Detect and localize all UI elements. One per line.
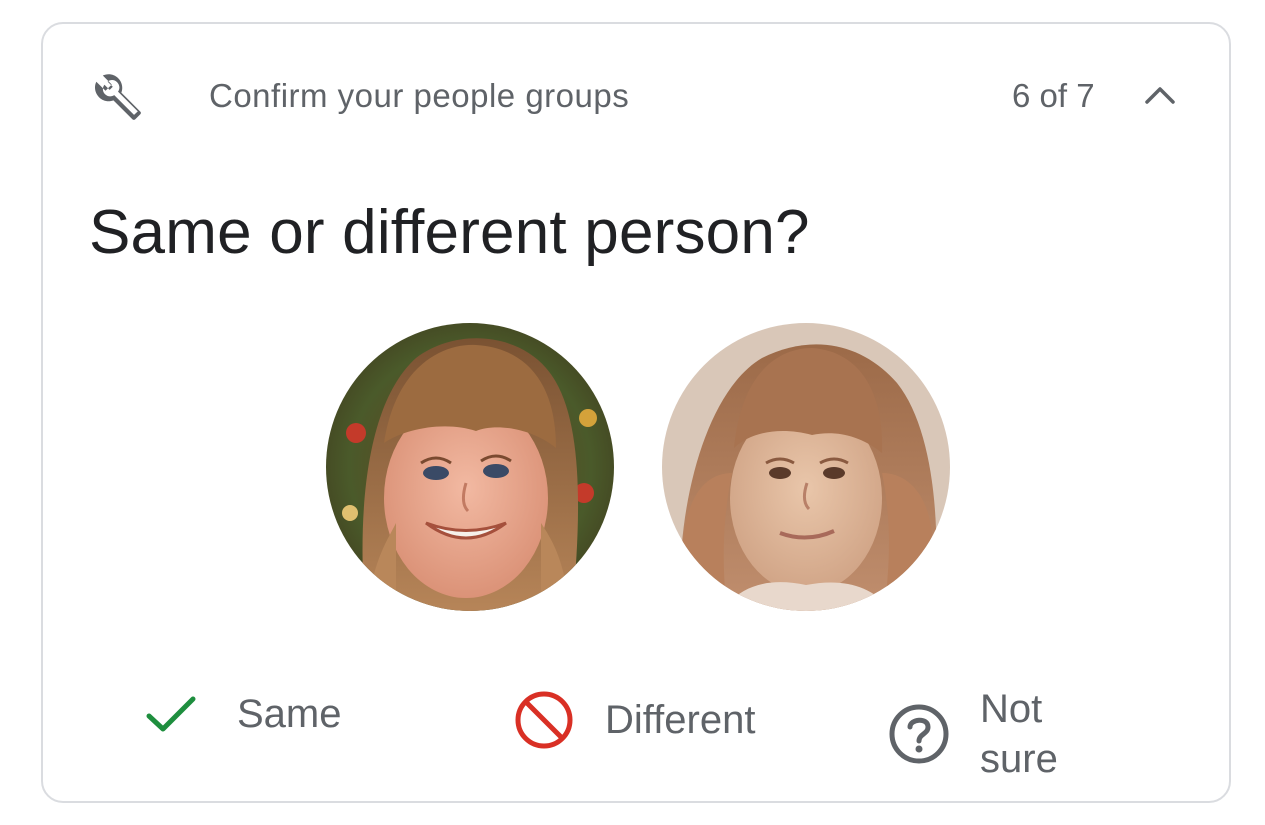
different-button[interactable]: Different <box>513 689 755 751</box>
not-sure-button[interactable]: Not sure <box>888 684 1080 784</box>
card-title: Confirm your people groups <box>209 77 630 114</box>
not-sure-label: Not sure <box>980 687 1058 781</box>
people-groups-card: Confirm your people groups 6 of 7 Same o… <box>41 22 1231 803</box>
same-label: Same <box>237 692 342 736</box>
check-icon <box>146 696 196 732</box>
wrench-icon <box>93 72 143 122</box>
face-photo-1 <box>326 323 614 611</box>
question-heading: Same or different person? <box>89 198 810 267</box>
help-circle-icon <box>889 704 949 764</box>
same-button[interactable]: Same <box>143 689 342 739</box>
block-icon <box>515 691 573 749</box>
face-photo-2 <box>662 323 950 611</box>
chevron-up-icon <box>1145 87 1175 104</box>
progress-counter: 6 of 7 <box>1012 77 1095 114</box>
different-label: Different <box>605 698 756 742</box>
collapse-button[interactable] <box>1140 76 1180 116</box>
